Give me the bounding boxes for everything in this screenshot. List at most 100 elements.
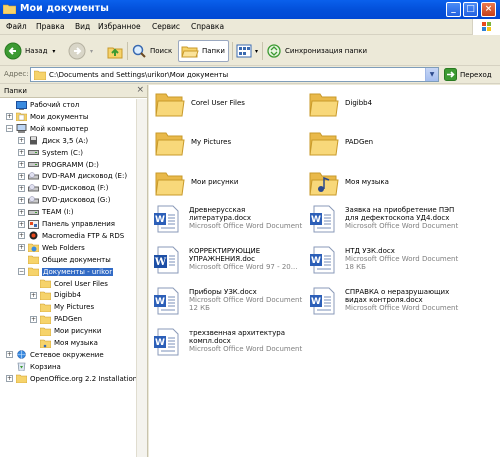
up-folder-button[interactable]	[106, 40, 124, 62]
sync-folder-button[interactable]: Синхронизация папки	[266, 40, 367, 62]
hard-drive-icon	[28, 208, 39, 217]
folder-icon	[309, 129, 339, 157]
expand-icon[interactable]: +	[6, 375, 13, 383]
close-button[interactable]: ×	[481, 2, 496, 17]
maximize-button[interactable]: □	[463, 2, 478, 17]
file-item[interactable]: W КОРРЕКТИРУЮЩИЕ УПРАЖНЕНИЯ.doc Microsoft O…	[153, 246, 297, 274]
menu-file[interactable]: Файл	[6, 22, 27, 31]
tree-node[interactable]: Моя музыка	[30, 337, 98, 349]
svg-text:W: W	[155, 338, 165, 348]
tree-node[interactable]: Corel User Files	[30, 278, 108, 290]
tree-node[interactable]: + DVD-дисковод (G:)	[18, 194, 110, 206]
forward-button[interactable]: ▾	[68, 40, 93, 62]
tree-node[interactable]: + OpenOffice.org 2.2 Installation F	[6, 373, 143, 385]
file-item[interactable]: W Приборы УЗК.docx Microsoft Office Word D…	[153, 287, 302, 315]
chevron-down-icon[interactable]: ▾	[90, 48, 93, 55]
go-arrow-icon	[444, 68, 457, 81]
item-type: Microsoft Office Word Document	[345, 304, 459, 312]
tree-node-label: DVD-дисковод (G:)	[42, 196, 111, 205]
tree-node[interactable]: Рабочий стол	[6, 99, 79, 111]
folder-item[interactable]: Digibb4	[309, 90, 372, 118]
tree-node[interactable]: + PADGen	[30, 313, 82, 325]
chevron-down-icon[interactable]: ▾	[52, 48, 55, 55]
folder-icon	[40, 279, 51, 288]
expand-icon[interactable]: +	[18, 184, 25, 192]
file-item[interactable]: W СПРАВКА о неразрушающих видах контроля.d…	[309, 287, 458, 315]
folder-item[interactable]: Corel User Files	[155, 90, 245, 118]
close-pane-icon[interactable]: ×	[136, 85, 144, 95]
tree-node-label: Моя музыка	[54, 339, 98, 347]
expand-icon[interactable]: +	[18, 149, 25, 157]
menu-tools[interactable]: Сервис	[152, 22, 180, 31]
music-folder-icon	[309, 169, 339, 197]
collapse-icon[interactable]: −	[6, 125, 13, 133]
chevron-down-icon[interactable]: ▼	[425, 68, 438, 81]
tree-node[interactable]: + Мои документы	[6, 111, 88, 123]
file-item[interactable]: Wтрехзвенная архитектура компл.docx Micros…	[153, 328, 302, 356]
tree-node-label: Corel User Files	[54, 279, 108, 288]
file-item[interactable]: W НТД УЗК.docx Microsoft Office Word Docum…	[309, 246, 458, 274]
expand-icon[interactable]: +	[18, 220, 25, 228]
file-item[interactable]: W Заявка на приобретение ПЭП для дефектоск…	[309, 205, 458, 233]
svg-text:W: W	[311, 297, 321, 307]
collapse-icon[interactable]: −	[18, 268, 25, 276]
item-type: Microsoft Office Word Document	[189, 296, 303, 304]
address-input[interactable]: C:\Documents and Settings\urikor\Мои док…	[30, 67, 439, 82]
folder-item[interactable]: PADGen	[309, 129, 373, 157]
expand-icon[interactable]: +	[30, 315, 37, 323]
tree-node[interactable]: + DVD-RAM дисковод (E:)	[18, 170, 127, 182]
tree-node[interactable]: Общие документы	[18, 254, 111, 266]
folder-item[interactable]: Мои рисунки	[155, 169, 238, 197]
tree-node[interactable]: + System (C:)	[18, 147, 83, 159]
item-text: My Pictures	[191, 138, 231, 157]
chevron-down-icon[interactable]: ▾	[255, 48, 258, 55]
toolbar-separator	[232, 42, 233, 60]
item-size: 18 КБ	[345, 263, 366, 271]
folders-icon	[181, 43, 199, 59]
item-name: Corel User Files	[191, 99, 245, 107]
folder-item[interactable]: Моя музыка	[309, 169, 389, 197]
item-name: УПРАЖНЕНИЯ.doc	[189, 255, 255, 263]
tree-node[interactable]: + Web Folders	[18, 242, 85, 254]
vertical-scrollbar[interactable]	[136, 99, 147, 457]
folders-button[interactable]: Папки	[178, 40, 229, 62]
menu-edit[interactable]: Правка	[36, 22, 65, 31]
expand-icon[interactable]: +	[6, 351, 13, 359]
minimize-button[interactable]: _	[446, 2, 461, 17]
expand-icon[interactable]: +	[18, 172, 25, 180]
tree-node[interactable]: + DVD-дисковод (F:)	[18, 182, 109, 194]
tree-node[interactable]: My Pictures	[30, 301, 94, 313]
expand-icon[interactable]: +	[6, 113, 13, 121]
tree-node[interactable]: Мои рисунки	[30, 325, 101, 337]
tree-node[interactable]: + TEAM (I:)	[18, 206, 74, 218]
tree-node[interactable]: Корзина	[6, 361, 61, 373]
menu-favorites[interactable]: Избранное	[98, 22, 141, 31]
expand-icon[interactable]: +	[18, 161, 25, 168]
expand-icon[interactable]: +	[18, 208, 25, 216]
views-button[interactable]: ▾	[236, 40, 258, 62]
menu-help[interactable]: Справка	[191, 22, 224, 31]
tree-node[interactable]: − Документы - urikor	[18, 266, 114, 278]
back-arrow-icon	[4, 42, 22, 60]
tree-node[interactable]: + Macromedia FTP & RDS	[18, 230, 124, 242]
file-item[interactable]: W Древнерусская литература.docx Microsoft O…	[153, 205, 302, 233]
forward-arrow-icon	[68, 42, 86, 60]
expand-icon[interactable]: +	[18, 137, 25, 145]
tree-node[interactable]: + Панель управления	[18, 218, 115, 230]
expand-icon[interactable]: +	[18, 196, 25, 204]
item-text: СПРАВКА о неразрушающих видах контроля.do…	[345, 288, 458, 315]
tree-node[interactable]: + Digibb4	[30, 289, 81, 301]
item-type: Microsoft Office Word Document	[189, 345, 303, 353]
folder-item[interactable]: My Pictures	[155, 129, 231, 157]
tree-node[interactable]: + PROGRAMM (D:)	[18, 159, 99, 171]
tree-node[interactable]: + Сетевое окружение	[6, 349, 104, 361]
tree-node[interactable]: − Мой компьютер	[6, 123, 88, 135]
back-button[interactable]: Назад ▾	[4, 40, 55, 62]
go-button[interactable]: Переход	[444, 68, 492, 81]
expand-icon[interactable]: +	[18, 244, 25, 252]
tree-node[interactable]: + Диск 3,5 (A:)	[18, 135, 88, 147]
search-button[interactable]: Поиск	[131, 40, 172, 62]
menu-view[interactable]: Вид	[75, 22, 90, 31]
expand-icon[interactable]: +	[18, 232, 25, 240]
expand-icon[interactable]: +	[30, 291, 37, 299]
